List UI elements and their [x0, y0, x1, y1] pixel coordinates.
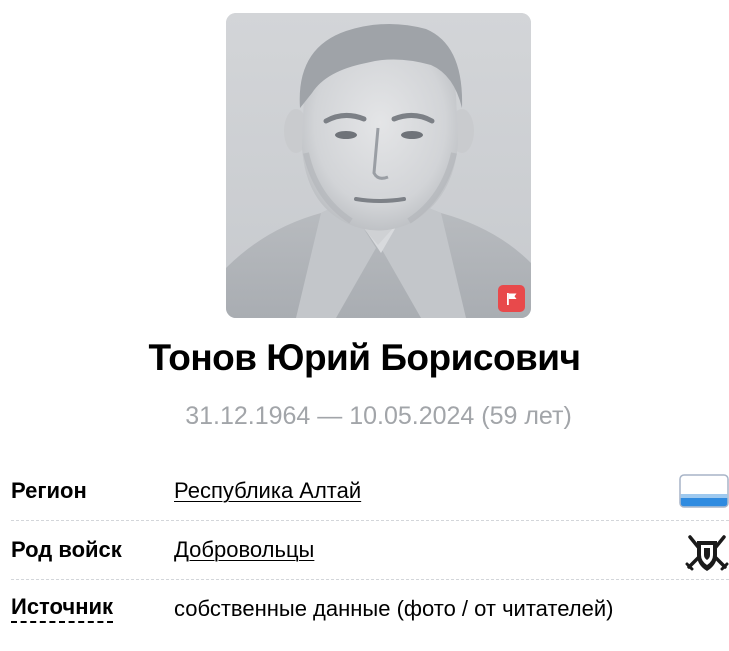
source-value: собственные данные (фото / от читателей) [174, 596, 614, 621]
info-row-source: Источник собственные данные (фото / от ч… [11, 580, 729, 638]
troops-link[interactable]: Добровольцы [174, 535, 314, 565]
info-row-region: Регион Республика Алтай [11, 462, 729, 521]
person-name: Тонов Юрий Борисович [148, 337, 581, 378]
altai-flag-icon [679, 474, 729, 513]
source-label[interactable]: Источник [11, 594, 114, 623]
troops-label: Род войск [11, 537, 122, 562]
region-label: Регион [11, 478, 87, 503]
portrait-image [226, 13, 531, 318]
portrait-photo[interactable] [226, 13, 531, 318]
region-link[interactable]: Республика Алтай [174, 476, 361, 506]
info-row-troops: Род войск Добровольцы [11, 521, 729, 580]
volunteers-emblem-icon [685, 533, 729, 578]
info-table: Регион Республика Алтай Род войск Добров… [11, 462, 729, 638]
life-dates: 31.12.1964 — 10.05.2024 (59 лет) [185, 402, 572, 430]
flag-icon[interactable] [498, 285, 525, 312]
